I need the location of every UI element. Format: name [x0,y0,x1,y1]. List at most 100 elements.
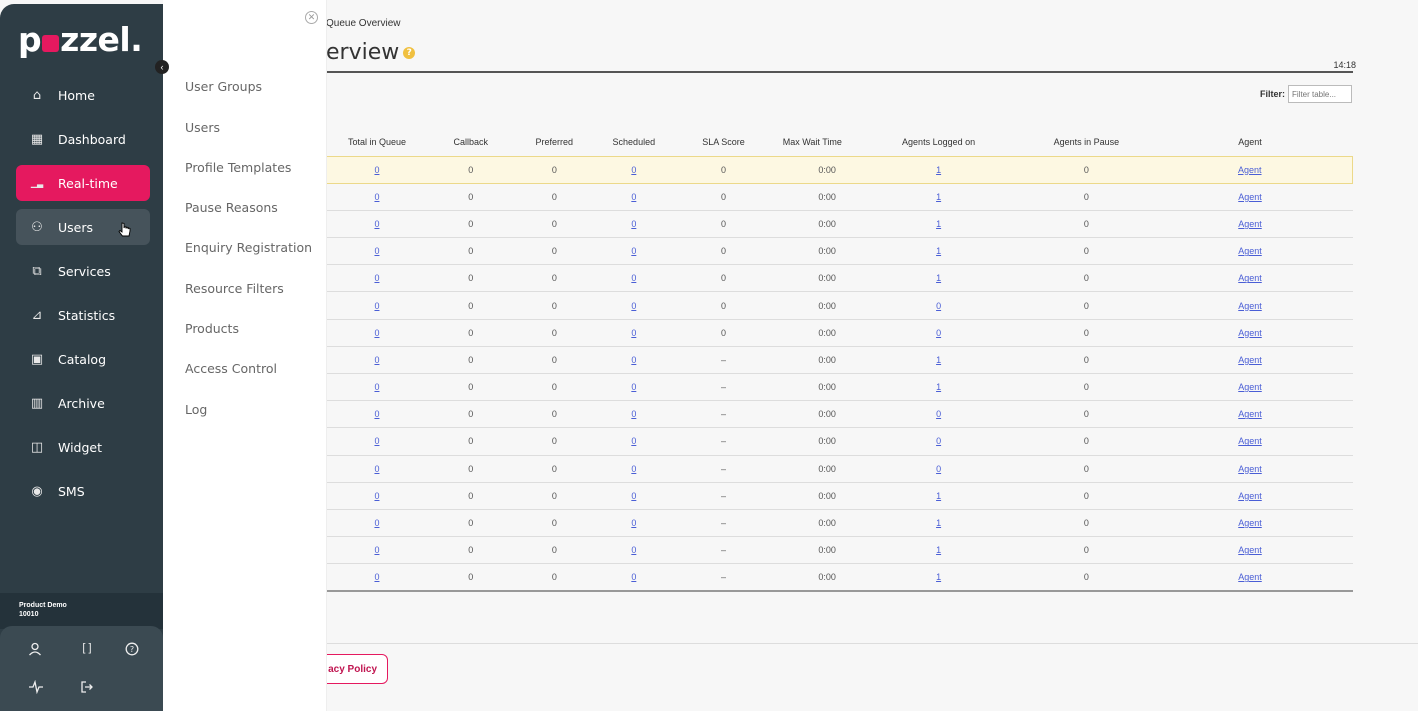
table-row[interactable]: 0 0 0 0–0:00 1 0 Agent [326,509,1353,538]
value-link[interactable]: 0 [374,382,379,392]
filter-input[interactable] [1288,85,1352,103]
submenu-item-log[interactable]: Log [185,402,207,417]
column-header[interactable]: Callback [428,128,514,156]
value-link[interactable]: 0 [631,301,636,311]
value-link[interactable]: 1 [936,355,941,365]
value-link[interactable]: 0 [631,545,636,555]
value-link[interactable]: 0 [374,436,379,446]
value-link[interactable]: 1 [936,246,941,256]
agent-link[interactable]: Agent [1238,436,1262,446]
sidebar-item-statistics[interactable]: ⊿ Statistics [16,297,150,333]
table-row[interactable]: 0 0 0 0 0 0:00 0 0 Agent [326,319,1353,347]
agent-link[interactable]: Agent [1238,301,1262,311]
value-link[interactable]: 1 [936,219,941,229]
value-link[interactable]: 0 [936,301,941,311]
submenu-item-profile-templates[interactable]: Profile Templates [185,160,291,175]
submenu-item-enquiry-registration[interactable]: Enquiry Registration [185,240,312,255]
breadcrumb[interactable]: Queue Overview [326,18,400,29]
help-icon[interactable]: ? [403,47,416,59]
value-link[interactable]: 0 [374,165,379,175]
value-link[interactable]: 1 [936,518,941,528]
table-row[interactable]: 0 0 0 0–0:00 1 0 Agent [326,563,1353,593]
value-link[interactable]: 0 [374,464,379,474]
agent-link[interactable]: Agent [1238,246,1262,256]
column-header[interactable]: Max Wait Time [774,128,851,156]
value-link[interactable]: 0 [936,409,941,419]
value-link[interactable]: 0 [631,464,636,474]
agent-link[interactable]: Agent [1238,545,1262,555]
value-link[interactable]: 1 [936,165,941,175]
value-link[interactable]: 0 [631,246,636,256]
value-link[interactable]: 0 [631,572,636,582]
sidebar-item-services[interactable]: ⧉ Services [16,253,150,289]
column-header[interactable]: Agent [1148,128,1353,156]
sidebar-item-widget[interactable]: ◫ Widget [16,429,150,465]
submenu-item-pause-reasons[interactable]: Pause Reasons [185,200,278,215]
agent-link[interactable]: Agent [1238,382,1262,392]
sidebar-item-catalog[interactable]: ▣ Catalog [16,341,150,377]
value-link[interactable]: 0 [374,273,379,283]
activity-icon[interactable] [26,679,46,697]
table-row[interactable]: 0 0 0 0 0 0:00 1 0 Agent [326,264,1353,293]
value-link[interactable]: 0 [374,545,379,555]
column-header[interactable]: Agents in Pause [1025,128,1147,156]
table-row[interactable]: 0 0 0 0–0:00 0 0 Agent [326,400,1353,429]
value-link[interactable]: 0 [631,518,636,528]
column-header[interactable]: Total in Queue [326,128,428,156]
table-row[interactable]: 0 0 0 0 0 0:00 1 0 Agent [326,210,1353,239]
value-link[interactable]: 0 [374,192,379,202]
submenu-item-user-groups[interactable]: User Groups [185,79,262,94]
agent-link[interactable]: Agent [1238,518,1262,528]
column-header[interactable]: Preferred [514,128,596,156]
fullscreen-icon[interactable]: [ ] [77,642,97,654]
submenu-item-users[interactable]: Users [185,120,220,135]
sidebar-item-archive[interactable]: ▥ Archive [16,385,150,421]
value-link[interactable]: 0 [374,301,379,311]
value-link[interactable]: 0 [936,464,941,474]
agent-link[interactable]: Agent [1238,192,1262,202]
table-row[interactable]: 0 0 0 0 0 0:00 1 0 Agent [326,155,1353,184]
value-link[interactable]: 0 [631,219,636,229]
value-link[interactable]: 1 [936,491,941,501]
table-row[interactable]: 0 0 0 0–0:00 1 0 Agent [326,536,1353,565]
sidebar-item-real-time[interactable]: ▁▃ Real-time [16,165,150,201]
value-link[interactable]: 0 [631,491,636,501]
profile-icon[interactable] [25,642,45,659]
table-row[interactable]: 0 0 0 0–0:00 1 0 Agent [326,346,1353,375]
value-link[interactable]: 0 [631,382,636,392]
value-link[interactable]: 0 [936,328,941,338]
value-link[interactable]: 1 [936,192,941,202]
help-circle-icon[interactable]: ? [122,642,142,659]
sidebar-item-dashboard[interactable]: ▦ Dashboard [16,121,150,157]
agent-link[interactable]: Agent [1238,464,1262,474]
agent-link[interactable]: Agent [1238,409,1262,419]
value-link[interactable]: 0 [374,518,379,528]
table-row[interactable]: 0 0 0 0–0:00 1 0 Agent [326,373,1353,402]
table-row[interactable]: 0 0 0 0 0 0:00 0 0 Agent [326,291,1353,320]
column-header[interactable]: Scheduled [595,128,672,156]
table-row[interactable]: 0 0 0 0–0:00 0 0 Agent [326,427,1353,456]
column-header[interactable]: SLA Score [673,128,775,156]
collapse-sidebar-icon[interactable]: ‹ [155,60,169,74]
value-link[interactable]: 0 [631,409,636,419]
sidebar-item-home[interactable]: ⌂ Home [16,77,150,113]
submenu-item-resource-filters[interactable]: Resource Filters [185,281,284,296]
table-row[interactable]: 0 0 0 0 0 0:00 1 0 Agent [326,237,1353,266]
value-link[interactable]: 1 [936,382,941,392]
agent-link[interactable]: Agent [1238,572,1262,582]
value-link[interactable]: 0 [374,328,379,338]
agent-link[interactable]: Agent [1238,328,1262,338]
value-link[interactable]: 0 [374,246,379,256]
logout-icon[interactable] [77,680,97,697]
agent-link[interactable]: Agent [1238,491,1262,501]
value-link[interactable]: 1 [936,273,941,283]
table-row[interactable]: 0 0 0 0 0 0:00 1 0 Agent [326,183,1353,211]
close-icon[interactable]: ✕ [305,11,318,24]
submenu-item-access-control[interactable]: Access Control [185,361,277,376]
table-row[interactable]: 0 0 0 0–0:00 1 0 Agent [326,482,1353,510]
value-link[interactable]: 0 [374,355,379,365]
submenu-item-products[interactable]: Products [185,321,239,336]
sidebar-item-sms[interactable]: ◉ SMS [16,473,150,509]
value-link[interactable]: 0 [631,436,636,446]
value-link[interactable]: 0 [374,572,379,582]
